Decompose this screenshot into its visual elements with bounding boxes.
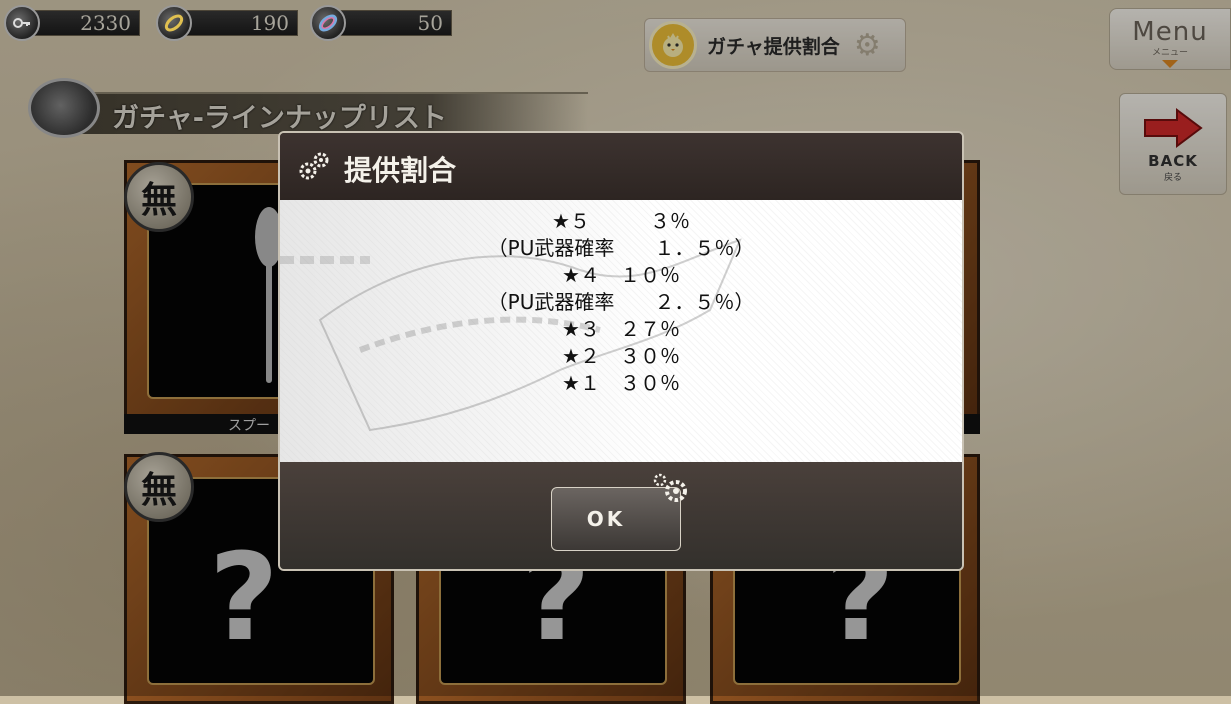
dialog-title: 提供割合 (344, 154, 457, 187)
rate-line: ★１ ３０％ (562, 371, 680, 395)
rate-line: ★４ １０％ (562, 263, 680, 287)
rates-text: ★５ ３％ （PU武器確率 １．５％） ★４ １０％ （PU武器確率 ２．５％） ★３ … (280, 208, 962, 397)
gears-icon (299, 152, 329, 180)
gears-icon (653, 473, 687, 502)
rate-line: ★２ ３０％ (562, 344, 680, 368)
dialog-header: 提供割合 (280, 133, 962, 200)
rate-line: ★３ ２７％ (562, 317, 680, 341)
dialog-footer: OK (280, 462, 962, 569)
rate-line: ★５ ３％ (552, 209, 690, 233)
dialog-body: ★５ ３％ （PU武器確率 １．５％） ★４ １０％ （PU武器確率 ２．５％） ★３ … (280, 200, 962, 462)
gold-ring-icon (156, 5, 192, 41)
ok-label: OK (586, 507, 626, 531)
rainbow-ring-icon (310, 5, 346, 41)
rate-line: （PU武器確率 ２．５％） (487, 290, 755, 314)
key-coin-icon (4, 5, 40, 41)
rate-line: （PU武器確率 １．５％） (487, 236, 755, 260)
rates-dialog: 提供割合 ★５ ３％ （PU武器確率 １．５％） ★４ １０％ （PU武器確率 ２．５… (278, 131, 964, 571)
